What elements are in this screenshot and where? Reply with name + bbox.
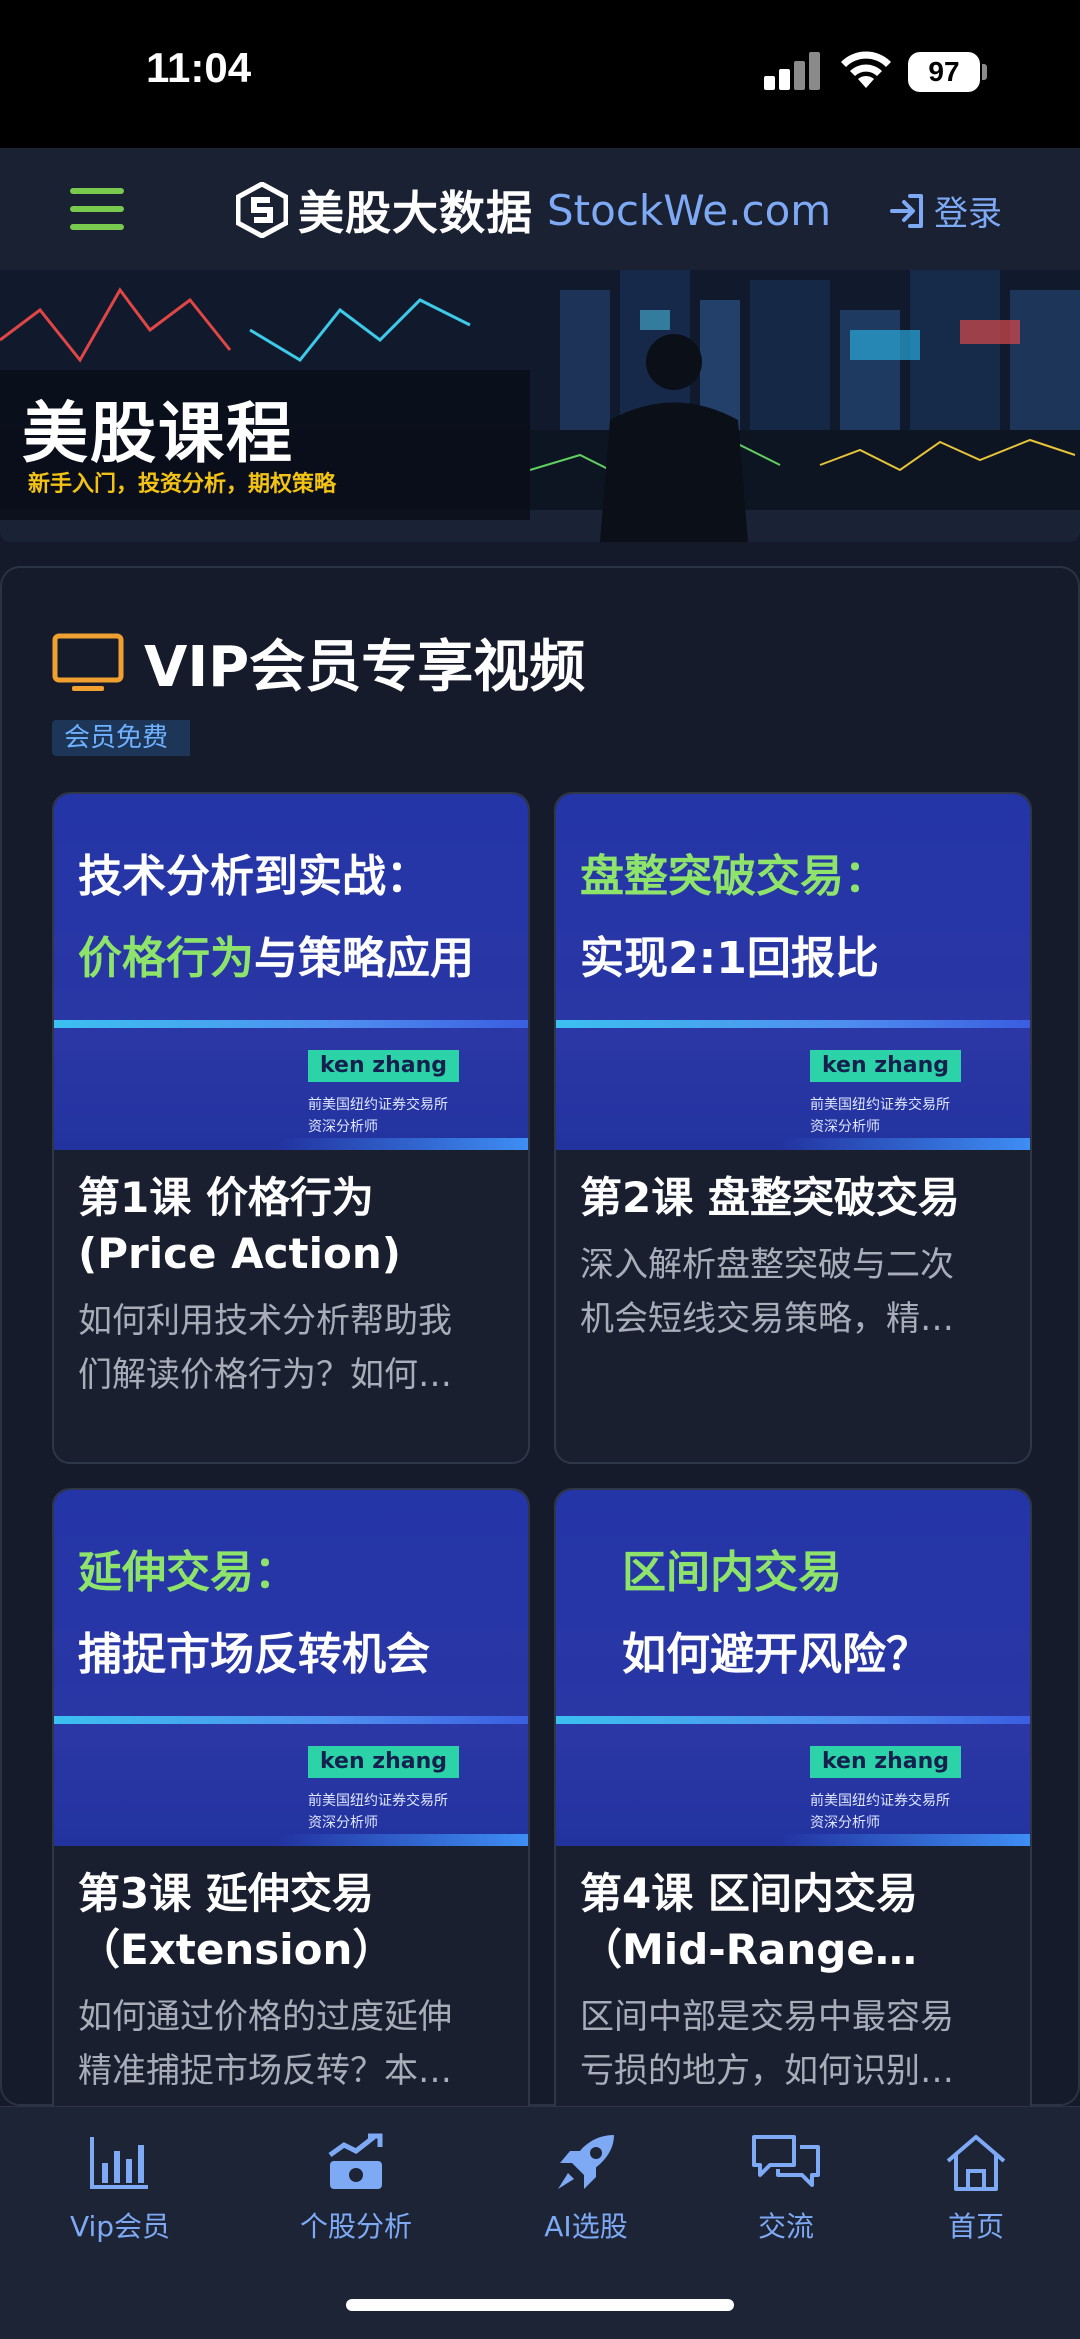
thumb-subheadline: 价格行为与策略应用 (78, 922, 474, 986)
tv-icon (52, 633, 124, 691)
chat-icon (752, 2135, 820, 2187)
app-header: 美股大数据 StockWe.com 登录 (0, 148, 1080, 270)
thumb-headline: 盘整突破交易： (580, 851, 888, 902)
thumb-subheadline: 捕捉市场反转机会 (78, 1629, 430, 1680)
author-role: 资深分析师 (810, 1119, 880, 1135)
wifi-icon (841, 51, 891, 88)
thumb-divider (556, 1020, 1030, 1028)
course-title: 第1课 价格行为 (Price Action) (78, 1173, 401, 1278)
thumb-subheadline: 如何避开风险？ (622, 1629, 930, 1680)
course-thumbnail: 延伸交易： 捕捉市场反转机会 ken zhang 前美国纽约证券交易所 资深分析… (54, 1490, 528, 1846)
thumb-divider (54, 1020, 528, 1028)
section-title: VIP会员专享视频 (144, 635, 586, 700)
login-icon (890, 193, 923, 228)
brand-logo-icon (236, 182, 288, 238)
thumb-accent (278, 1834, 528, 1846)
thumb-accent (278, 1138, 528, 1150)
course-banner[interactable]: 美股课程 新手入门，投资分析，期权策略 (0, 270, 1080, 542)
author-affiliation: 前美国纽约证券交易所 (810, 1793, 950, 1809)
author-tag: ken zhang (308, 1746, 460, 1778)
thumb-headline: 技术分析到实战： (78, 851, 430, 902)
course-description: 如何通过价格的过度延伸 精准捕捉市场反转？本… (78, 1997, 452, 2091)
nav-stock-analysis[interactable]: 个股分析 (256, 2133, 456, 2245)
course-card-2[interactable]: 盘整突破交易： 实现2:1回报比 ken zhang 前美国纽约证券交易所 资深… (554, 792, 1032, 1464)
nav-home[interactable]: 首页 (876, 2133, 1076, 2245)
nav-label: AI选股 (544, 2210, 628, 2243)
battery-tip (982, 64, 987, 80)
login-button[interactable]: 登录 (888, 186, 1002, 235)
course-title: 第3课 延伸交易 （Extension） (78, 1869, 395, 1974)
bar-chart-icon (90, 2137, 148, 2189)
author-tag: ken zhang (810, 1050, 962, 1082)
author-role: 资深分析师 (810, 1815, 880, 1831)
course-card-1[interactable]: 技术分析到实战： 价格行为与策略应用 ken zhang 前美国纽约证券交易所 … (52, 792, 530, 1464)
course-description: 如何利用技术分析帮助我 们解读价格行为？如何… (78, 1301, 452, 1395)
battery-indicator: 97 (908, 52, 980, 92)
thumb-accent (780, 1834, 1030, 1846)
author-role: 资深分析师 (308, 1815, 378, 1831)
thumb-subheadline: 实现2:1回报比 (580, 933, 879, 984)
section-header: VIP会员专享视频 (52, 622, 585, 703)
thumb-accent (780, 1138, 1030, 1150)
home-indicator[interactable] (346, 2299, 734, 2311)
course-title: 第4课 区间内交易 （Mid-Range… (580, 1869, 918, 1974)
course-description: 区间中部是交易中最容易 亏损的地方，如何识别… (580, 1997, 954, 2091)
course-title: 第2课 盘整突破交易 (580, 1173, 960, 1222)
banner-title: 美股课程 (22, 394, 294, 472)
brand-name: 美股大数据 (298, 186, 533, 240)
free-badge: 会员免费 (52, 720, 191, 756)
course-thumbnail: 区间内交易 如何避开风险？ ken zhang 前美国纽约证券交易所 资深分析师 (556, 1490, 1030, 1846)
author-affiliation: 前美国纽约证券交易所 (308, 1097, 448, 1113)
course-card-4[interactable]: 区间内交易 如何避开风险？ ken zhang 前美国纽约证券交易所 资深分析师… (554, 1488, 1032, 2160)
course-thumbnail: 盘整突破交易： 实现2:1回报比 ken zhang 前美国纽约证券交易所 资深… (556, 794, 1030, 1150)
author-tag: ken zhang (308, 1050, 460, 1082)
status-bar: 11:04 97 (0, 0, 1080, 148)
course-description: 深入解析盘整突破与二次 机会短线交易策略，精… (580, 1245, 954, 1339)
nav-label: 首页 (947, 2210, 1004, 2243)
nav-label: 个股分析 (299, 2210, 412, 2243)
home-icon (946, 2135, 1006, 2191)
thumb-divider (54, 1716, 528, 1724)
brand-domain: StockWe.com (547, 185, 832, 235)
nav-label: Vip会员 (69, 2210, 171, 2243)
course-thumbnail: 技术分析到实战： 价格行为与策略应用 ken zhang 前美国纽约证券交易所 … (54, 794, 528, 1150)
author-role: 资深分析师 (308, 1119, 378, 1135)
vip-video-section: VIP会员专享视频 会员免费 技术分析到实战： 价格行为与策略应用 ken zh… (0, 566, 1080, 2160)
rocket-icon (558, 2135, 614, 2189)
status-time: 11:04 (146, 44, 252, 91)
nav-community[interactable]: 交流 (686, 2133, 886, 2245)
cellular-signal-icon (764, 52, 822, 90)
thumb-headline: 延伸交易： (78, 1547, 298, 1598)
author-tag: ken zhang (810, 1746, 962, 1778)
banner-subtitle: 新手入门，投资分析，期权策略 (28, 472, 337, 497)
login-label: 登录 (934, 194, 1002, 234)
thumb-rest: 与策略应用 (254, 933, 474, 984)
thumb-headline: 区间内交易 (622, 1547, 842, 1598)
nav-vip[interactable]: Vip会员 (20, 2133, 220, 2245)
menu-icon[interactable] (70, 188, 124, 230)
thumb-divider (556, 1716, 1030, 1724)
stock-analysis-icon (328, 2133, 383, 2189)
author-affiliation: 前美国纽约证券交易所 (308, 1793, 448, 1809)
thumb-highlight: 价格行为 (78, 933, 254, 984)
author-affiliation: 前美国纽约证券交易所 (810, 1097, 950, 1113)
nav-label: 交流 (757, 2210, 814, 2243)
course-card-3[interactable]: 延伸交易： 捕捉市场反转机会 ken zhang 前美国纽约证券交易所 资深分析… (52, 1488, 530, 2160)
nav-ai-pick[interactable]: AI选股 (486, 2133, 686, 2245)
brand[interactable]: 美股大数据 StockWe.com (236, 178, 831, 242)
